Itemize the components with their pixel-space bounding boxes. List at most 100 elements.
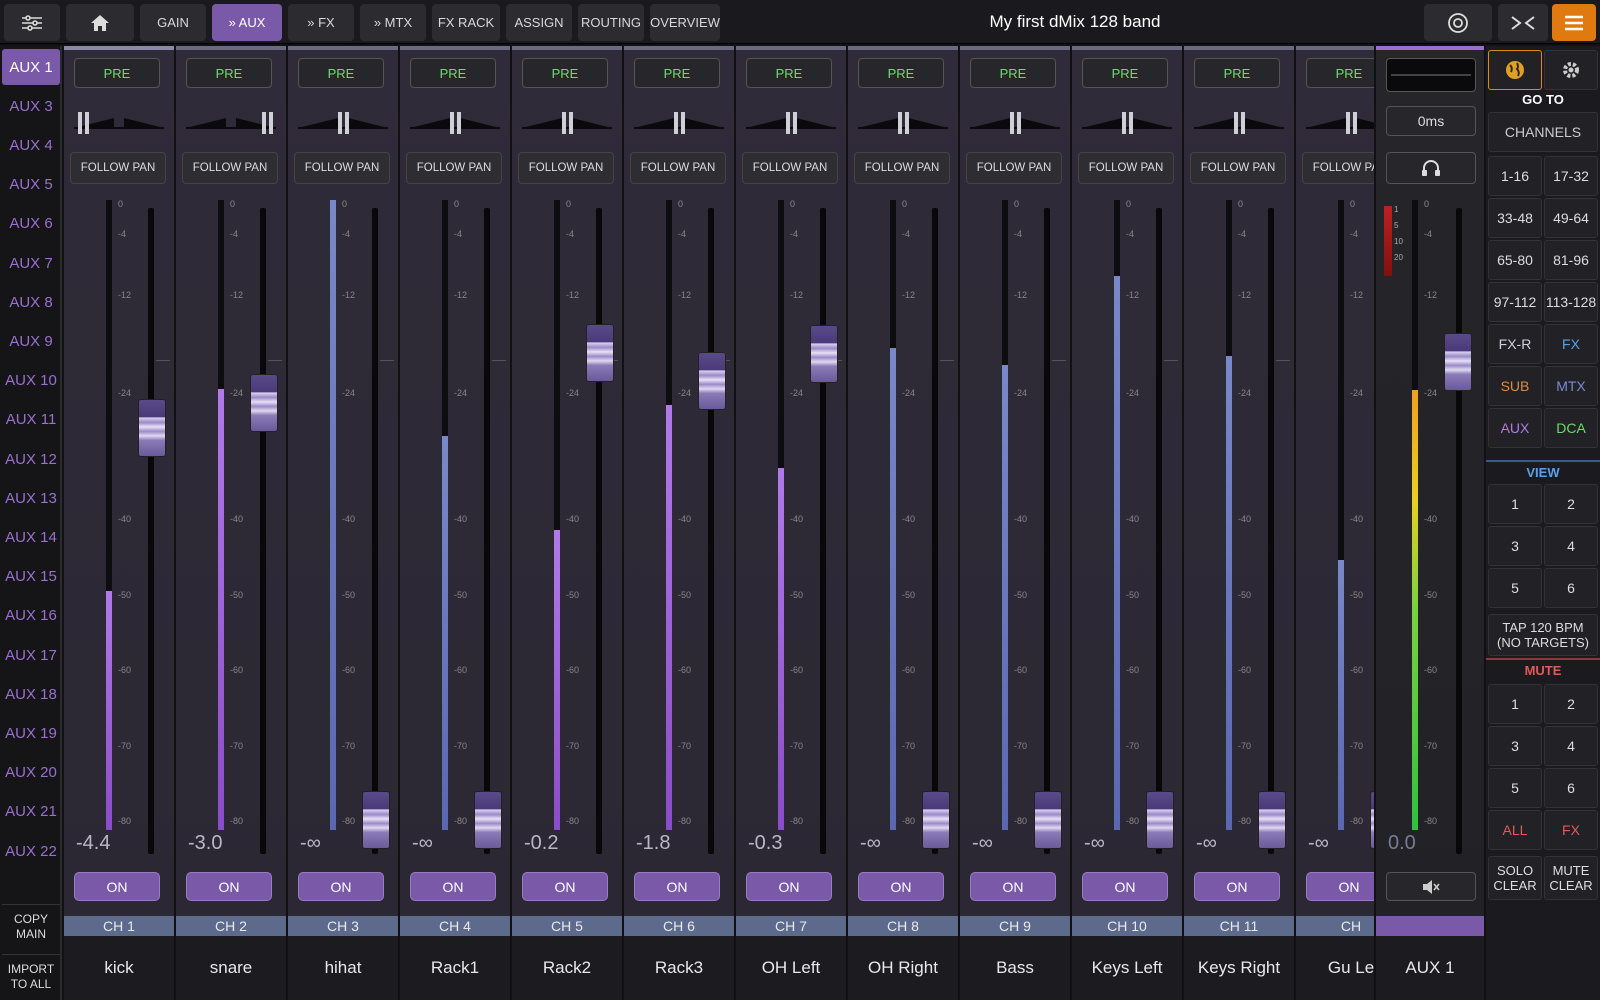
aux-item[interactable]: AUX 7 <box>2 245 60 281</box>
fader-track[interactable] <box>596 208 602 854</box>
follow-pan-button[interactable]: FOLLOW PAN <box>630 152 726 184</box>
aux-item[interactable]: AUX 3 <box>2 88 60 124</box>
group-button[interactable]: SUB <box>1488 366 1542 406</box>
mute-group-button[interactable]: 1 <box>1488 684 1542 724</box>
target-button[interactable] <box>1424 4 1492 41</box>
pan-control[interactable] <box>410 104 500 138</box>
view-button[interactable]: 1 <box>1488 484 1542 524</box>
tab-fx[interactable]: » FX <box>288 4 354 41</box>
aux-item[interactable]: AUX 14 <box>2 519 60 555</box>
pan-control[interactable] <box>522 104 612 138</box>
follow-pan-button[interactable]: FOLLOW PAN <box>518 152 614 184</box>
aux-item[interactable]: AUX 8 <box>2 284 60 320</box>
on-button[interactable]: ON <box>1306 872 1374 901</box>
channel-name[interactable]: Rack2 <box>512 936 622 1000</box>
tab-aux[interactable]: » AUX <box>212 4 282 41</box>
fader-track[interactable] <box>820 208 826 854</box>
aux-item[interactable]: AUX 19 <box>2 715 60 751</box>
fader-track[interactable] <box>932 208 938 854</box>
mute-group-button[interactable]: 2 <box>1544 684 1598 724</box>
aux-item[interactable]: AUX 17 <box>2 637 60 673</box>
channel-name[interactable]: hihat <box>288 936 398 1000</box>
pan-control[interactable] <box>634 104 724 138</box>
group-button[interactable]: FX <box>1544 324 1598 364</box>
aux-item[interactable]: AUX 10 <box>2 363 60 399</box>
send-fader[interactable] <box>1146 791 1174 849</box>
aux-item[interactable]: AUX 16 <box>2 598 60 634</box>
on-button[interactable]: ON <box>970 872 1056 901</box>
group-button[interactable]: AUX <box>1488 408 1542 448</box>
pan-control[interactable] <box>970 104 1060 138</box>
send-fader[interactable] <box>1258 791 1286 849</box>
import-to-all-button[interactable]: IMPORT TO ALL <box>2 954 60 998</box>
fader-track[interactable] <box>708 208 714 854</box>
channel-name[interactable]: snare <box>176 936 286 1000</box>
on-button[interactable]: ON <box>746 872 832 901</box>
follow-pan-button[interactable]: FOLLOW PAN <box>1190 152 1286 184</box>
pre-button[interactable]: PRE <box>1306 58 1374 88</box>
settings-sliders-button[interactable] <box>4 4 60 41</box>
home-button[interactable] <box>66 4 134 41</box>
send-fader[interactable] <box>250 374 278 432</box>
tab-mtx[interactable]: » MTX <box>360 4 426 41</box>
send-fader[interactable] <box>810 325 838 384</box>
send-fader[interactable] <box>362 791 390 849</box>
channel-range-button[interactable]: 49-64 <box>1544 198 1598 238</box>
pre-button[interactable]: PRE <box>410 58 496 88</box>
view-button[interactable]: 2 <box>1544 484 1598 524</box>
pan-control[interactable] <box>298 104 388 138</box>
pre-button[interactable]: PRE <box>298 58 384 88</box>
follow-pan-button[interactable]: FOLLOW PAN <box>1078 152 1174 184</box>
pre-button[interactable]: PRE <box>1082 58 1168 88</box>
follow-pan-button[interactable]: FOLLOW PAN <box>182 152 278 184</box>
tab-assign[interactable]: ASSIGN <box>506 4 572 41</box>
collapse-button[interactable] <box>1498 4 1548 41</box>
send-fader[interactable] <box>698 352 726 411</box>
channel-range-button[interactable]: 33-48 <box>1488 198 1542 238</box>
view-button[interactable]: 4 <box>1544 526 1598 566</box>
headphone-button[interactable] <box>1386 152 1476 184</box>
channels-button[interactable]: CHANNELS <box>1488 112 1598 152</box>
mute-group-button[interactable]: 4 <box>1544 726 1598 766</box>
pan-control[interactable] <box>74 104 164 138</box>
group-button[interactable]: FX-R <box>1488 324 1542 364</box>
mute-group-button[interactable]: 3 <box>1488 726 1542 766</box>
on-button[interactable]: ON <box>1194 872 1280 901</box>
aux-item[interactable]: AUX 4 <box>2 127 60 163</box>
on-button[interactable]: ON <box>186 872 272 901</box>
fader-track[interactable] <box>148 208 154 854</box>
aux-item[interactable]: AUX 13 <box>2 480 60 516</box>
send-fader[interactable] <box>1370 791 1374 849</box>
channel-range-button[interactable]: 81-96 <box>1544 240 1598 280</box>
pan-control[interactable] <box>1082 104 1172 138</box>
channel-name[interactable]: OH Left <box>736 936 846 1000</box>
pan-control[interactable] <box>746 104 836 138</box>
on-button[interactable]: ON <box>410 872 496 901</box>
on-button[interactable]: ON <box>634 872 720 901</box>
fader-track[interactable] <box>260 208 266 854</box>
view-button[interactable]: 5 <box>1488 568 1542 608</box>
aux-item[interactable]: AUX 1 <box>2 49 60 85</box>
aux-item[interactable]: AUX 12 <box>2 441 60 477</box>
view-button[interactable]: 3 <box>1488 526 1542 566</box>
channel-range-button[interactable]: 65-80 <box>1488 240 1542 280</box>
fader-track[interactable] <box>1156 208 1162 854</box>
pre-button[interactable]: PRE <box>522 58 608 88</box>
mute-clear-button[interactable]: MUTE CLEAR <box>1544 856 1598 900</box>
pre-button[interactable]: PRE <box>746 58 832 88</box>
channel-range-button[interactable]: 97-112 <box>1488 282 1542 322</box>
solo-clear-button[interactable]: SOLO CLEAR <box>1488 856 1542 900</box>
follow-pan-button[interactable]: FOLLOW PAN <box>854 152 950 184</box>
master-fader[interactable] <box>1444 333 1472 391</box>
channel-name[interactable]: Gu Le <box>1296 936 1374 1000</box>
pre-button[interactable]: PRE <box>634 58 720 88</box>
aux-item[interactable]: AUX 21 <box>2 794 60 830</box>
master-fader-track[interactable] <box>1456 208 1462 854</box>
group-button[interactable]: DCA <box>1544 408 1598 448</box>
channel-name[interactable]: Bass <box>960 936 1070 1000</box>
mute-group-button[interactable]: 5 <box>1488 768 1542 808</box>
follow-pan-button[interactable]: FOLLOW PAN <box>966 152 1062 184</box>
tab-fx-rack[interactable]: FX RACK <box>432 4 500 41</box>
channel-name[interactable]: OH Right <box>848 936 958 1000</box>
follow-pan-button[interactable]: FOLLOW PAN <box>294 152 390 184</box>
